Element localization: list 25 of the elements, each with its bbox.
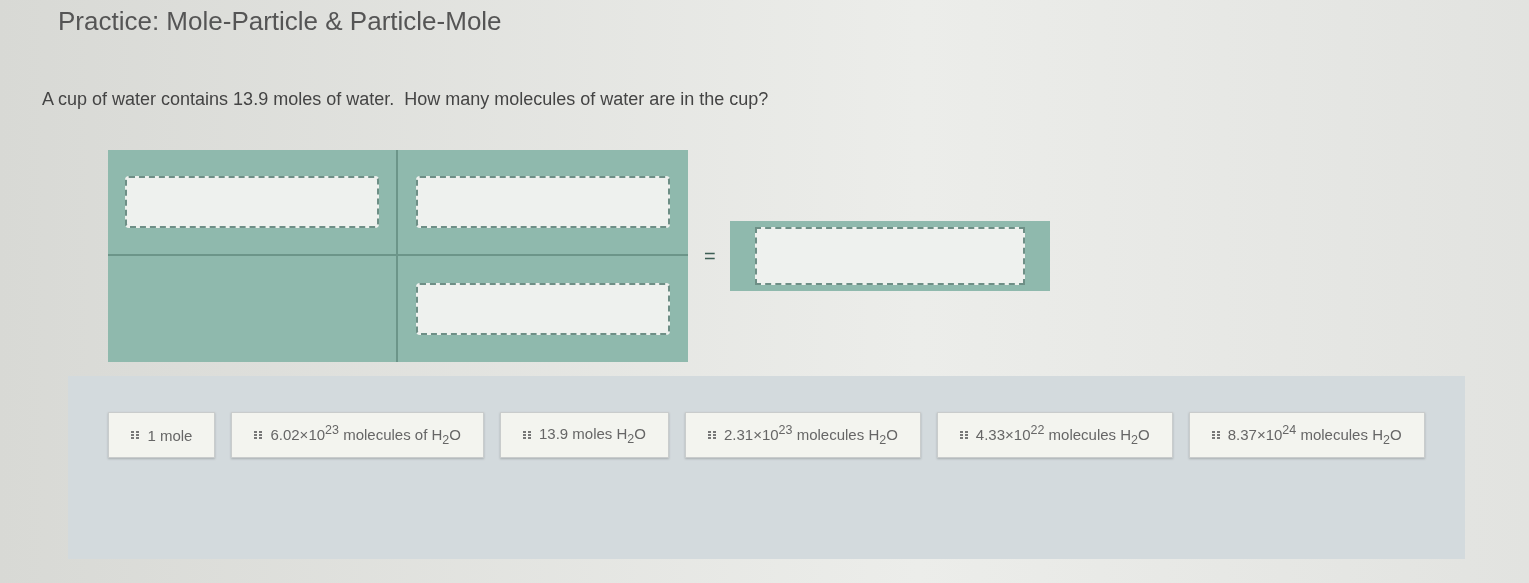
grip-icon xyxy=(707,431,716,439)
tile-label: 13.9 moles H$_{2}$O xyxy=(538,424,646,446)
question-text: A cup of water contains 13.9 moles of water. How many molecules of water are in the cup? xyxy=(42,89,770,110)
answer-tile[interactable]: 6.02×10$^{23}$ molecules of H$_{2}$O xyxy=(231,412,484,458)
grip-icon xyxy=(959,431,968,439)
drop-slot[interactable] xyxy=(125,176,379,228)
tile-label: 6.02×10$^{23}$ molecules of H$_{2}$O xyxy=(270,423,461,447)
grip-icon xyxy=(1211,431,1220,439)
drop-slot[interactable] xyxy=(416,176,670,228)
answer-slot[interactable] xyxy=(754,227,1025,285)
drop-slot[interactable] xyxy=(416,283,670,335)
answer-tile[interactable]: 8.37×10$^{24}$ molecules H$_{2}$O xyxy=(1188,412,1425,458)
answer-tile[interactable]: 2.31×10$^{23}$ molecules H$_{2}$O xyxy=(684,412,921,458)
answer-tile[interactable]: 1 mole xyxy=(108,412,216,458)
grip-icon xyxy=(131,431,140,439)
tile-label: 4.33×10$^{22}$ molecules H$_{2}$O xyxy=(975,423,1150,447)
tile-label: 2.31×10$^{23}$ molecules H$_{2}$O xyxy=(723,423,898,447)
tile-label: 8.37×10$^{24}$ molecules H$_{2}$O xyxy=(1227,423,1402,447)
tile-label: 1 mole xyxy=(147,426,193,444)
answer-tile[interactable]: 13.9 moles H$_{2}$O xyxy=(499,412,669,458)
grip-icon xyxy=(254,431,263,439)
page-title: Practice: Mole-Particle & Particle-Mole xyxy=(58,6,503,37)
equals-sign: = xyxy=(704,244,716,268)
grip-icon xyxy=(522,431,531,439)
answer-tile[interactable]: 4.33×10$^{22}$ molecules H$_{2}$O xyxy=(936,412,1173,458)
